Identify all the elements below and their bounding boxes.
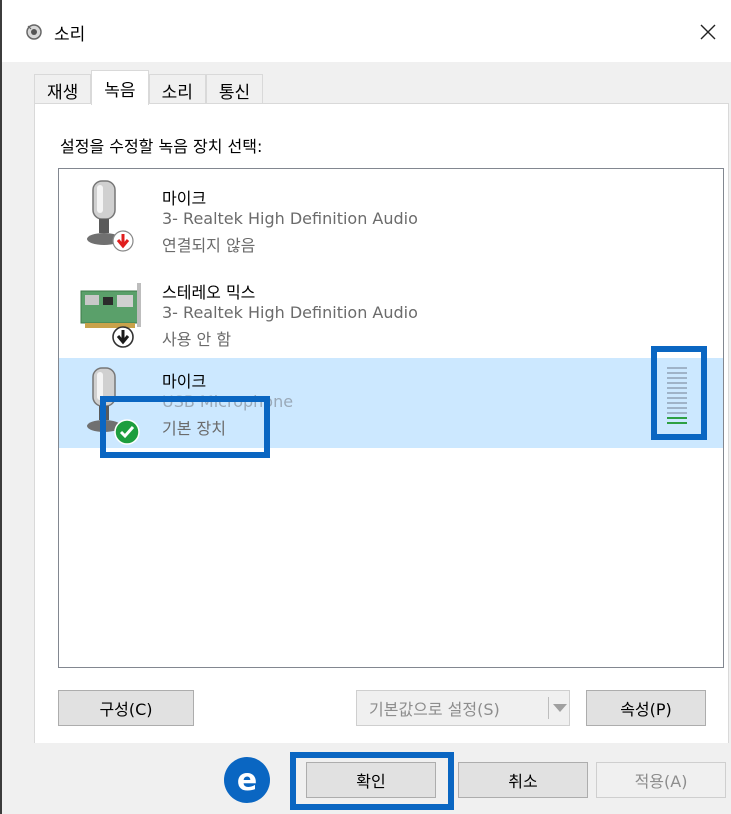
highlight-level-meter	[651, 346, 707, 440]
window-border	[0, 0, 2, 814]
device-status: 연결되지 않음	[162, 236, 256, 255]
split-divider	[548, 697, 549, 719]
tab-communications[interactable]: 통신	[205, 74, 264, 105]
close-icon	[700, 24, 716, 40]
chevron-down-icon[interactable]	[553, 704, 567, 712]
close-button[interactable]	[685, 12, 731, 52]
highlight-default-device	[100, 396, 270, 458]
set-default-label: 기본값으로 설정(S)	[369, 700, 500, 719]
properties-button[interactable]: 속성(P)	[586, 690, 706, 726]
apply-button[interactable]: 적용(A)	[596, 762, 726, 798]
disabled-arrow-icon	[112, 326, 134, 348]
device-status: 사용 안 함	[162, 330, 232, 349]
device-name: 스테레오 믹스	[162, 283, 256, 302]
device-driver: 3- Realtek High Definition Audio	[162, 303, 418, 322]
device-name: 마이크	[162, 189, 207, 208]
device-name: 마이크	[162, 372, 207, 391]
configure-button[interactable]: 구성(C)	[58, 690, 194, 726]
device-driver: 3- Realtek High Definition Audio	[162, 209, 418, 228]
title-bar: 소리	[2, 0, 731, 62]
sound-dialog: 소리 재생 녹음 소리 통신 설정을 수정할 녹음 장치 선택: 마이크 3-	[0, 0, 731, 814]
window-title: 소리	[54, 25, 86, 45]
tab-sounds[interactable]: 소리	[148, 74, 206, 105]
device-item[interactable]: 스테레오 믹스 3- Realtek High Definition Audio…	[59, 265, 723, 355]
highlight-ok-button	[290, 752, 454, 810]
tab-strip: 재생 녹음 소리 통신	[34, 70, 264, 105]
cancel-button[interactable]: 취소	[458, 762, 588, 798]
set-default-split-button[interactable]: 기본값으로 설정(S)	[356, 690, 570, 726]
disconnected-arrow-icon	[112, 230, 134, 252]
step-badge: e	[224, 757, 270, 803]
tab-recording[interactable]: 녹음	[91, 70, 149, 105]
tab-playback[interactable]: 재생	[34, 74, 92, 105]
device-item[interactable]: 마이크 3- Realtek High Definition Audio 연결되…	[59, 169, 723, 259]
speaker-icon	[24, 22, 44, 42]
instruction-text: 설정을 수정할 녹음 장치 선택:	[60, 137, 263, 156]
